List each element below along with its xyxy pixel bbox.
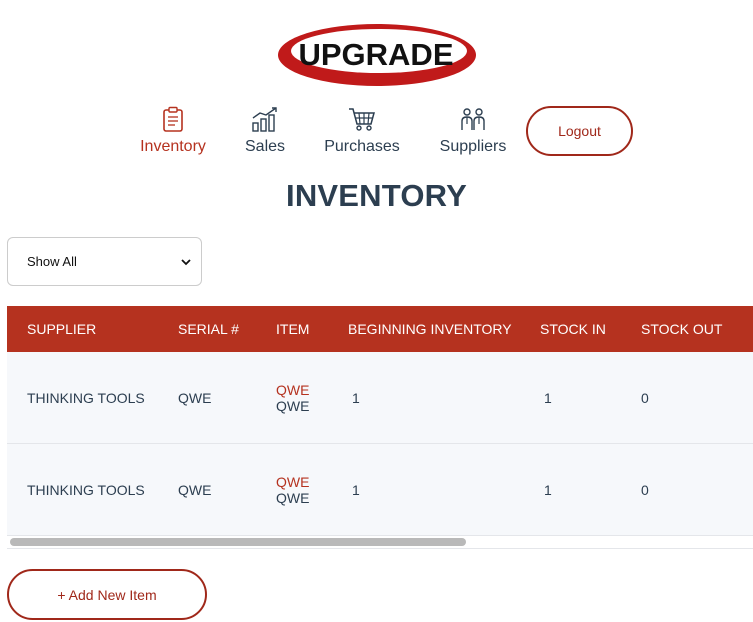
cell-supplier: THINKING TOOLS [7, 352, 158, 444]
horizontal-scrollbar[interactable] [10, 538, 466, 546]
cell-serial: QWE [158, 352, 256, 444]
filter-select[interactable]: Show All [7, 237, 202, 286]
item-description: QWE [276, 397, 310, 414]
column-header-stock-in[interactable]: STOCK IN [520, 306, 621, 352]
shopping-cart-icon [323, 106, 401, 134]
inventory-table: SUPPLIER SERIAL # ITEM BEGINNING INVENTO… [7, 306, 753, 536]
chevron-down-icon [181, 254, 191, 269]
column-header-stock-out[interactable]: STOCK OUT [621, 306, 753, 352]
table-row[interactable]: THINKING TOOLS QWE QWE QWE 1 1 0 [7, 443, 753, 536]
column-header-item[interactable]: ITEM [256, 306, 328, 352]
nav-label-inventory: Inventory [140, 138, 206, 155]
cell-stock-in: 1 [520, 352, 621, 444]
item-name-link[interactable]: QWE [276, 382, 328, 398]
nav-item-purchases[interactable]: Purchases [323, 106, 401, 156]
table-row[interactable]: THINKING TOOLS QWE QWE QWE 1 1 0 [7, 352, 753, 444]
bar-chart-icon [245, 106, 285, 134]
main-nav: Inventory Sales Purchases Suppliers [0, 106, 753, 166]
cell-item: QWE QWE [256, 352, 328, 444]
nav-label-purchases: Purchases [324, 138, 400, 155]
cell-supplier: THINKING TOOLS [7, 443, 158, 536]
inventory-table-container: SUPPLIER SERIAL # ITEM BEGINNING INVENTO… [7, 306, 753, 548]
column-header-beginning-inventory[interactable]: BEGINNING INVENTORY [328, 306, 520, 352]
cell-beginning-inventory: 1 [328, 352, 520, 444]
brand-logo[interactable]: UPGRADE [276, 22, 478, 88]
page-title: INVENTORY [286, 178, 467, 213]
nav-label-suppliers: Suppliers [439, 138, 507, 155]
nav-label-sales: Sales [245, 138, 286, 155]
table-bottom-divider [7, 548, 753, 549]
add-new-item-button[interactable]: + Add New Item [7, 569, 207, 620]
clipboard-icon [140, 106, 206, 134]
cell-beginning-inventory: 1 [328, 443, 520, 536]
cell-serial: QWE [158, 443, 256, 536]
cell-stock-out: 0 [621, 443, 753, 536]
cell-stock-in: 1 [520, 443, 621, 536]
logo-text: UPGRADE [298, 37, 453, 72]
item-name-link[interactable]: QWE [276, 474, 328, 490]
cell-stock-out: 0 [621, 352, 753, 444]
filter-selected-value: Show All [27, 254, 77, 269]
cell-item: QWE QWE [256, 443, 328, 536]
nav-item-sales[interactable]: Sales [245, 106, 285, 156]
people-icon [439, 106, 507, 134]
item-description: QWE [276, 489, 310, 506]
table-header-row: SUPPLIER SERIAL # ITEM BEGINNING INVENTO… [7, 306, 753, 352]
column-header-serial[interactable]: SERIAL # [158, 306, 256, 352]
nav-item-inventory[interactable]: Inventory [140, 106, 206, 156]
column-header-supplier[interactable]: SUPPLIER [7, 306, 158, 352]
logout-button[interactable]: Logout [526, 106, 633, 156]
nav-item-suppliers[interactable]: Suppliers [439, 106, 507, 156]
